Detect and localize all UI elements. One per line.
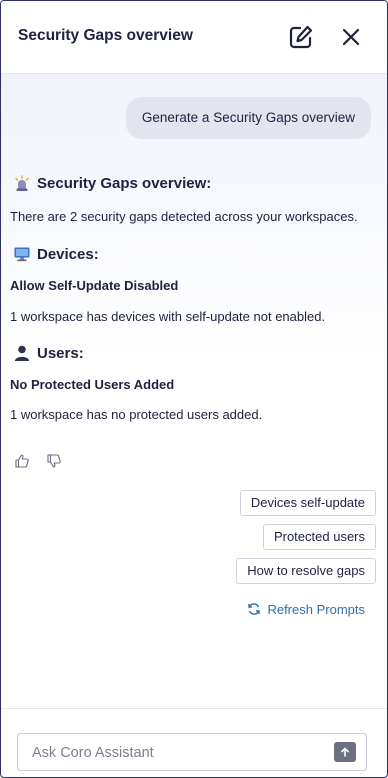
users-section-title: Users: [37,344,84,362]
alarm-icon [15,175,29,191]
edit-icon [289,25,313,49]
response-summary: There are 2 security gaps detected acros… [10,209,358,224]
ask-assistant-input[interactable] [30,734,324,772]
user-icon [15,345,29,361]
thumbs-down-icon [47,454,61,468]
composer [17,733,367,772]
close-button[interactable] [337,23,365,51]
assistant-panel: Security Gaps overview Generate a Securi… [0,0,388,778]
users-item-text: 1 workspace has no protected users added… [10,407,263,422]
suggestion-chip-how-to-resolve-gaps[interactable]: How to resolve gaps [236,558,376,584]
users-item-title: No Protected Users Added [10,377,175,392]
user-message-bubble: Generate a Security Gaps overview [125,97,371,139]
devices-section-title: Devices: [37,245,99,263]
refresh-prompts-label: Refresh Prompts [267,601,365,617]
suggestion-chip-devices-self-update[interactable]: Devices self-update [239,490,376,516]
close-icon [342,28,360,46]
users-section-heading: Users: [13,343,84,363]
composer-divider [1,708,387,709]
arrow-up-icon [341,747,349,757]
thumbs-up-icon [15,454,29,468]
send-button[interactable] [334,742,356,762]
devices-item-title: Allow Self-Update Disabled [10,278,179,293]
computer-icon [14,247,30,262]
refresh-icon [248,603,261,615]
response-heading-text: Security Gaps overview: [37,174,212,192]
panel-header: Security Gaps overview [1,1,387,74]
refresh-prompts-link[interactable]: Refresh Prompts [247,599,365,619]
devices-item-text: 1 workspace has devices with self-update… [10,309,326,324]
like-button[interactable] [14,453,30,469]
dislike-button[interactable] [46,453,62,469]
devices-section-heading: Devices: [13,244,99,264]
response-heading: Security Gaps overview: [13,173,211,193]
suggestion-chip-protected-users[interactable]: Protected users [262,524,376,550]
edit-button[interactable] [287,23,315,51]
panel-title: Security Gaps overview [18,27,193,44]
